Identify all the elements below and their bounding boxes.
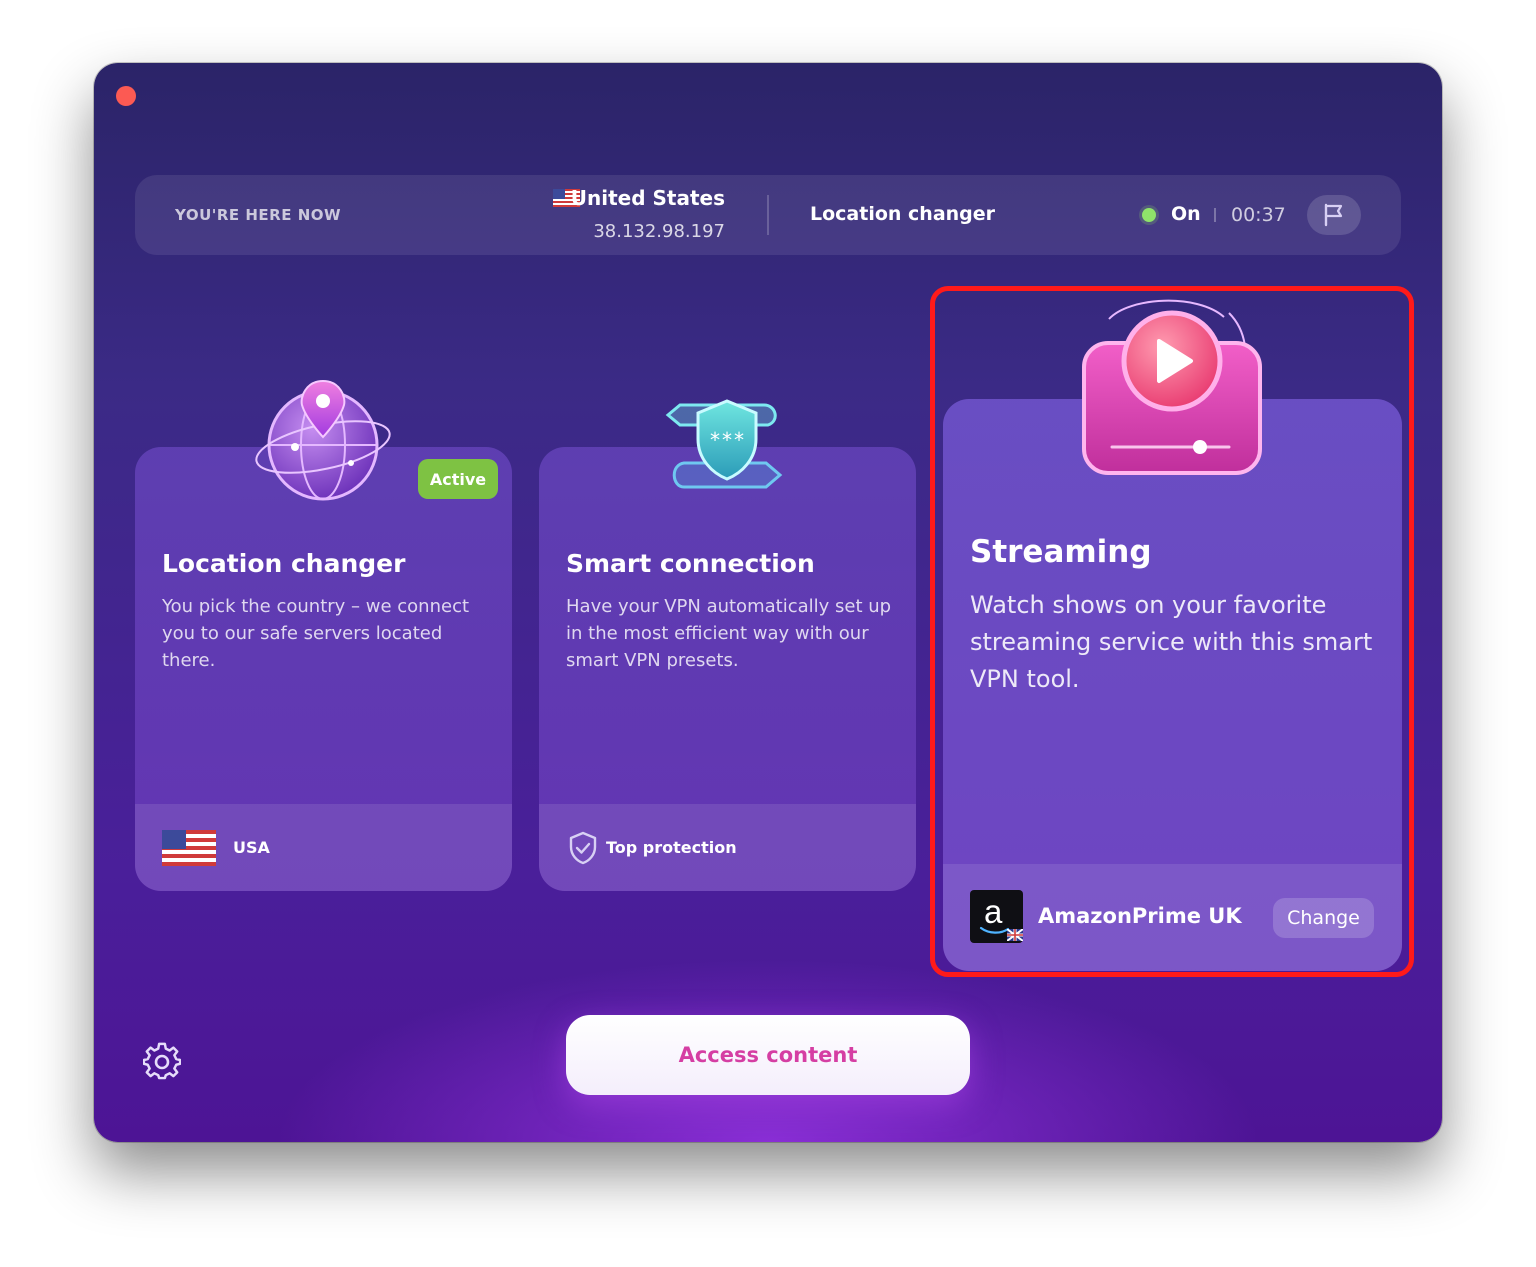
selection-highlight bbox=[930, 286, 1414, 977]
location-changer-card[interactable]: Location changer You pick the country – … bbox=[135, 447, 512, 891]
app-window: YOU'RE HERE NOW United States 38.132.98.… bbox=[94, 63, 1442, 1142]
status-indicator bbox=[1142, 208, 1156, 222]
card-footer: USA bbox=[135, 804, 512, 891]
flag-icon bbox=[1324, 203, 1343, 227]
card-description: Have your VPN automatically set up in th… bbox=[566, 596, 892, 671]
card-title: Location changer bbox=[162, 549, 406, 578]
divider bbox=[1214, 208, 1216, 222]
smart-connection-card[interactable]: Smart connection Have your VPN automatic… bbox=[539, 447, 916, 891]
location-caption: YOU'RE HERE NOW bbox=[175, 206, 342, 224]
shield-check-icon bbox=[569, 831, 597, 865]
window-close-button[interactable] bbox=[116, 86, 136, 106]
selected-country: USA bbox=[233, 838, 270, 857]
card-footer: Top protection bbox=[539, 804, 916, 891]
ip-address: 38.132.98.197 bbox=[593, 221, 725, 242]
globe-pin-icon bbox=[255, 379, 391, 501]
active-badge: Active bbox=[418, 459, 498, 499]
card-title: Smart connection bbox=[566, 549, 815, 578]
gear-icon[interactable] bbox=[143, 1042, 181, 1080]
us-flag-icon bbox=[162, 830, 216, 866]
card-description: You pick the country – we connect you to… bbox=[162, 596, 470, 671]
current-mode: Location changer bbox=[810, 203, 996, 225]
svg-text:***: *** bbox=[709, 428, 745, 452]
shield-icon: *** bbox=[665, 399, 783, 489]
status-bar: YOU'RE HERE NOW United States 38.132.98.… bbox=[135, 175, 1401, 255]
divider bbox=[767, 195, 769, 235]
connection-timer: 00:37 bbox=[1231, 204, 1286, 226]
connection-status: On bbox=[1171, 203, 1201, 225]
report-flag-button[interactable] bbox=[1307, 195, 1361, 235]
access-content-button[interactable]: Access content bbox=[566, 1015, 970, 1095]
current-country: United States bbox=[570, 186, 725, 210]
protection-level: Top protection bbox=[606, 838, 737, 857]
